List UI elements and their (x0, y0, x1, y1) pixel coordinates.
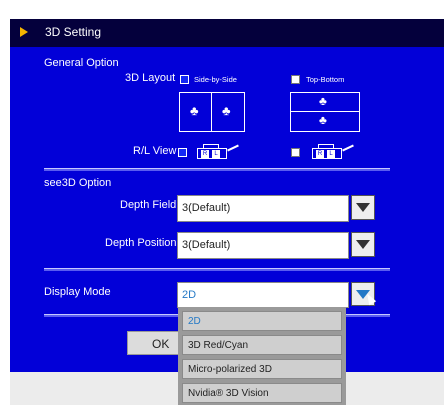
camera-lr-icon: R L (310, 143, 354, 161)
tree-icon: ♣ (319, 113, 327, 127)
depth-field-dropdown-button[interactable] (351, 195, 375, 220)
tree-icon: ♣ (222, 103, 231, 118)
display-option-micro-polarized[interactable]: Micro-polarized 3D (182, 359, 342, 379)
top-bottom-label: Top-Bottom (306, 75, 345, 84)
option-label: 3D Red/Cyan (188, 340, 249, 351)
rl-view-right-checkbox[interactable] (291, 148, 300, 157)
option-label: Micro-polarized 3D (188, 364, 272, 375)
top-bottom-checkbox[interactable] (291, 75, 300, 84)
section-divider (44, 168, 390, 171)
display-mode-dropdown[interactable]: 2D (177, 282, 349, 308)
display-mode-value: 2D (182, 289, 197, 301)
side-by-side-checkbox[interactable] (180, 75, 189, 84)
depth-field-value: 3(Default) (182, 202, 231, 214)
window-title: 3D Setting (45, 25, 102, 39)
title-bar: 3D Setting (10, 19, 444, 47)
display-mode-label: Display Mode (44, 286, 111, 298)
preview-divider (291, 111, 359, 112)
depth-position-dropdown[interactable]: 3(Default) (177, 232, 349, 259)
display-option-nvidia-3d-vision[interactable]: Nvidia® 3D Vision (182, 383, 342, 403)
camera-l-letter: L (212, 150, 220, 158)
tree-icon: ♣ (319, 94, 327, 108)
side-by-side-label: Side-by-Side (194, 75, 237, 84)
camera-l-letter: L (327, 150, 335, 158)
display-option-2d[interactable]: 2D (182, 311, 342, 331)
see3d-option-heading: see3D Option (44, 177, 112, 189)
display-mode-options-list: 2D 3D Red/Cyan Micro-polarized 3D Nvidia… (178, 307, 346, 405)
play-arrow-icon (20, 27, 28, 37)
tree-icon: ♣ (190, 103, 199, 118)
top-bottom-preview: ♣ ♣ (290, 92, 360, 132)
depth-position-label: Depth Position (105, 237, 177, 249)
ok-button-label: OK (152, 337, 170, 351)
depth-field-label: Depth Field (120, 199, 177, 211)
camera-rl-icon: R L (195, 143, 239, 161)
section-divider (44, 268, 390, 271)
layout-label: 3D Layout (125, 72, 176, 84)
side-by-side-preview: ♣ ♣ (179, 92, 245, 132)
depth-field-dropdown[interactable]: 3(Default) (177, 195, 349, 222)
option-label: 2D (188, 316, 201, 327)
rl-view-label: R/L View (133, 145, 177, 157)
depth-position-value: 3(Default) (182, 239, 231, 251)
rl-view-left-checkbox[interactable] (178, 148, 187, 157)
general-option-heading: General Option (44, 57, 119, 69)
camera-r-letter: R (201, 150, 209, 158)
preview-divider (211, 93, 212, 131)
chevron-down-icon (356, 203, 370, 212)
option-label: Nvidia® 3D Vision (188, 388, 269, 399)
camera-r-letter: R (316, 150, 324, 158)
chevron-down-icon (356, 240, 370, 249)
depth-position-dropdown-button[interactable] (351, 232, 375, 257)
display-option-red-cyan[interactable]: 3D Red/Cyan (182, 335, 342, 355)
